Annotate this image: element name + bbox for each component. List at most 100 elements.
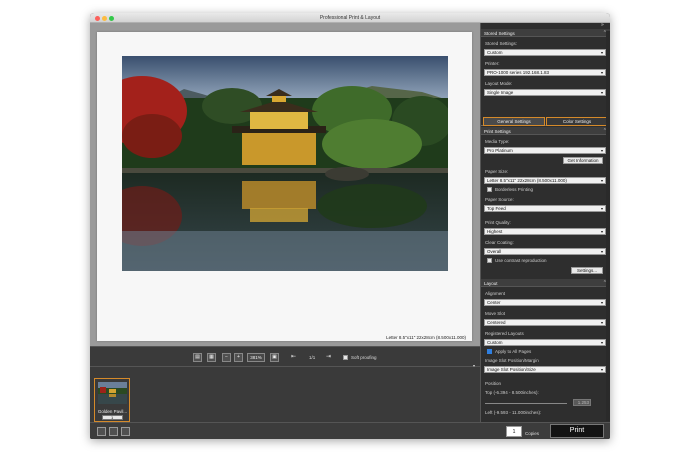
soft-proofing-checkbox[interactable] [343, 355, 348, 360]
view-double-button[interactable] [109, 427, 118, 436]
borderless-printing-label: Borderless Printing [495, 187, 534, 192]
chevron-down-icon: ▾ [600, 367, 603, 372]
layout-header[interactable]: Layout ⌃ [481, 279, 610, 287]
display-icon: ▣ [272, 354, 277, 360]
media-type-select[interactable]: Pro Platinum ▾ [484, 147, 606, 154]
image-slot-value: Image Slot Position/Size [487, 367, 536, 372]
thumbnail-strip: Golden Pavil... 1 [90, 367, 480, 422]
chevron-down-icon: ▾ [600, 90, 603, 95]
move-slot-label: Move Slot [485, 311, 506, 316]
zoom-in-button[interactable]: + [234, 353, 243, 362]
alignment-label: Alignment [485, 291, 506, 296]
paper-source-value: Top Feed [487, 206, 506, 211]
tab-general-settings[interactable]: General Settings [483, 117, 545, 126]
settings-panel: » Stored Settings ⌃ Stored Settings: Cust… [480, 23, 610, 422]
printer-value: PRO-1000 series 192.168.1.83 [487, 70, 550, 75]
chevron-down-icon: ▾ [600, 249, 603, 254]
window-title: Professional Print & Layout [319, 15, 381, 21]
top-position-input[interactable]: 1.253 [573, 399, 591, 406]
apply-all-pages-checkbox[interactable] [487, 349, 492, 354]
thumbnail-label: Golden Pavil... [97, 409, 128, 414]
alignment-select[interactable]: Center ▾ [484, 299, 606, 306]
chevron-down-icon: ▾ [600, 229, 603, 234]
preview-toolbar: ▤ ▦ − + 381% ▣ ⇤ 1/1 ⇥ Soft proofing ▾ [90, 346, 480, 368]
paper-source-select[interactable]: Top Feed ▾ [484, 205, 606, 212]
previous-page-button[interactable]: ⇤ [291, 353, 296, 360]
layout-mode-value: Single Image [487, 90, 514, 95]
left-position-label: Left (-9.593 - 11.000inches): [485, 410, 542, 415]
print-preview-area: Letter 8.5"x11" 22x28cm (8.500x11.000) [90, 23, 480, 346]
borderless-printing-checkbox[interactable] [487, 187, 492, 192]
chevron-down-icon: ▾ [600, 70, 603, 75]
page-grid-icon: ▦ [209, 354, 214, 360]
zoom-out-button[interactable]: − [222, 353, 231, 362]
contrast-reproduction-checkbox[interactable] [487, 258, 492, 263]
photo-golden-pavilion [122, 56, 448, 271]
chevron-down-icon: ▾ [600, 178, 603, 183]
media-type-value: Pro Platinum [487, 148, 513, 153]
thumbnail-image [98, 382, 127, 404]
zoom-in-icon: + [237, 354, 240, 360]
zoom-level-select[interactable]: 381% [247, 353, 265, 362]
next-page-button[interactable]: ⇥ [326, 353, 331, 360]
page-indicator: 1/1 [309, 355, 316, 360]
soft-proofing-label: Soft proofing [351, 355, 377, 360]
view-single-button[interactable] [97, 427, 106, 436]
top-position-label: Top (-6.394 - 8.500inches): [485, 390, 539, 395]
image-slot-select[interactable]: Image Slot Position/Size ▾ [484, 366, 606, 373]
move-slot-select[interactable]: Centered ▾ [484, 319, 606, 326]
print-settings-header[interactable]: Print Settings ⌃ [481, 127, 610, 135]
actual-size-button[interactable]: ▦ [207, 353, 216, 362]
thumbnail-stepper-value: 1 [111, 415, 114, 420]
view-split-button[interactable] [121, 427, 130, 436]
paper-source-label: Paper Source: [485, 197, 514, 202]
position-label: Position [485, 381, 502, 386]
stored-settings-header-label: Stored Settings [484, 30, 515, 36]
chevron-down-icon: ▾ [600, 320, 603, 325]
layout-mode-label: Layout Mode: [485, 81, 513, 86]
contrast-reproduction-label: Use contrast reproduction [495, 258, 547, 263]
print-button[interactable]: Print [550, 424, 604, 438]
printer-label: Printer: [485, 61, 500, 66]
print-settings-header-label: Print Settings [484, 128, 511, 134]
chevron-down-icon: ▾ [600, 206, 603, 211]
title-bar: Professional Print & Layout [90, 13, 610, 23]
printer-select[interactable]: PRO-1000 series 192.168.1.83 ▾ [484, 69, 606, 76]
photo-image[interactable] [122, 56, 448, 271]
clear-coating-value: Overall [487, 249, 502, 254]
app-window: Professional Print & Layout Letter 8.5"x… [90, 13, 610, 439]
thumbnail-copies-stepper[interactable]: 1 [102, 415, 123, 420]
settings-button[interactable]: Settings... [571, 267, 603, 274]
clear-coating-select[interactable]: Overall ▾ [484, 248, 606, 255]
top-position-slider[interactable] [485, 403, 567, 404]
paper-size-select[interactable]: Letter 8.5"x11" 22x28cm (8.500x11.000) ▾ [484, 177, 606, 184]
fit-page-button[interactable]: ▤ [193, 353, 202, 362]
print-quality-select[interactable]: Highest ▾ [484, 228, 606, 235]
layout-header-label: Layout [484, 280, 498, 286]
thumbnail-item[interactable]: Golden Pavil... 1 [94, 378, 130, 422]
registered-layouts-value: Custom [487, 340, 503, 345]
copies-input[interactable]: 1 [506, 426, 522, 437]
alignment-value: Center [487, 300, 501, 305]
chevron-down-icon: ▾ [600, 340, 603, 345]
stored-settings-select[interactable]: Custom ▾ [484, 49, 606, 56]
layout-mode-select[interactable]: Single Image ▾ [484, 89, 606, 96]
print-quality-label: Print Quality: [485, 220, 511, 225]
stored-settings-value: Custom [487, 50, 503, 55]
page-icon: ▤ [195, 354, 200, 360]
registered-layouts-label: Registered Layouts [485, 331, 524, 336]
registered-layouts-select[interactable]: Custom ▾ [484, 339, 606, 346]
stored-settings-label: Stored Settings: [485, 41, 518, 46]
paper-sheet: Letter 8.5"x11" 22x28cm (8.500x11.000) [97, 32, 472, 341]
panel-scrollbar[interactable] [606, 31, 610, 421]
zoom-out-icon: − [225, 354, 228, 360]
copies-label: Copies [525, 431, 540, 436]
tab-color-settings[interactable]: Color Settings [546, 117, 608, 126]
display-mode-button[interactable]: ▣ [270, 353, 279, 362]
paper-size-info: Letter 8.5"x11" 22x28cm (8.500x11.000) [386, 335, 466, 340]
panel-collapse-icon[interactable]: » [601, 23, 604, 28]
get-information-button[interactable]: Get Information [563, 157, 603, 164]
paper-size-value: Letter 8.5"x11" 22x28cm (8.500x11.000) [487, 178, 567, 183]
stored-settings-header[interactable]: Stored Settings ⌃ [481, 29, 610, 37]
apply-all-pages-label: Apply to All Pages [495, 349, 532, 354]
